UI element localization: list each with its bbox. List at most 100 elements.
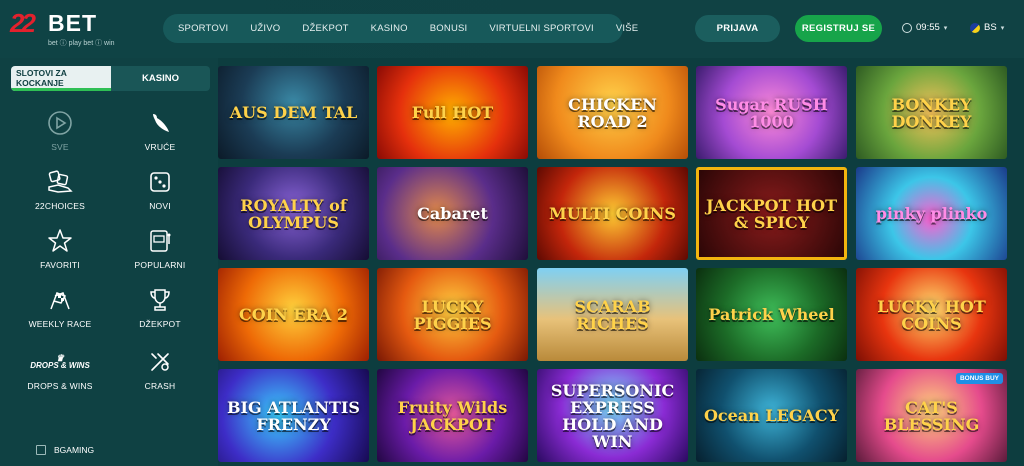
game-tile[interactable]: CHICKEN ROAD 2 (537, 66, 688, 159)
game-title: MULTI COINS (549, 204, 676, 223)
game-tile[interactable]: COIN ERA 2 (218, 268, 369, 361)
category-label: DROPS & WINS (27, 381, 93, 391)
nav-kasino[interactable]: KASINO (360, 23, 419, 34)
game-tile[interactable]: BONKEY DONKEY (856, 66, 1007, 159)
language-code: BS (984, 22, 997, 33)
play-icon (15, 108, 105, 138)
star-icon (15, 226, 105, 256)
crash-icon (115, 347, 205, 377)
category-crash[interactable]: CRASH (115, 347, 205, 391)
game-tile[interactable]: BONUS BUY CAT'S BLESSING (856, 369, 1007, 462)
drops-wins-icon: ♛ DROPS & WINS (15, 347, 105, 377)
game-tile[interactable]: Ocean LEGACY (696, 369, 847, 462)
game-title: Ocean LEGACY (703, 406, 840, 425)
logo-tagline: bet ⓘ play bet ⓘ win (48, 40, 115, 47)
game-tile[interactable]: SUPERSONIC EXPRESS HOLD AND WIN (537, 369, 688, 462)
game-tile[interactable]: LUCKY HOT COINS (856, 268, 1007, 361)
provider-filter-bgaming[interactable]: BGAMING (36, 445, 94, 455)
game-title: CAT'S BLESSING (883, 397, 980, 434)
game-tile[interactable]: Full HOT (377, 66, 528, 159)
nav-dzekpot[interactable]: DŽEKPOT (291, 23, 359, 34)
nav-bonusi[interactable]: BONUSI (419, 23, 479, 34)
category-label: DŽEKPOT (139, 319, 181, 329)
trophy-icon (115, 285, 205, 315)
category-tabs: SLOTOVI ZA KOCKANJE KASINO (11, 66, 210, 91)
clock-time: 09:55 (916, 22, 940, 33)
category-sve[interactable]: SVE (15, 108, 105, 152)
game-tile[interactable]: MULTI COINS (537, 167, 688, 260)
game-tile[interactable]: AUS DEM TAL (218, 66, 369, 159)
category-label: CRASH (144, 381, 176, 391)
category-label: VRUĆE (144, 142, 176, 152)
game-title: JACKPOT HOT & SPICY (705, 195, 838, 232)
language-selector[interactable]: BS ▾ (970, 22, 1004, 33)
logo-mark: 22 (10, 8, 36, 38)
category-vruce[interactable]: VRUĆE (115, 108, 205, 152)
game-tile[interactable]: Sugar RUSH 1000 (696, 66, 847, 159)
game-tile[interactable]: Cabaret (377, 167, 528, 260)
register-button[interactable]: REGISTRUJ SE (795, 15, 882, 42)
nav-virtuelni-sportovi[interactable]: VIRTUELNI SPORTOVI (478, 23, 604, 34)
game-tile[interactable]: JACKPOT HOT & SPICY (696, 167, 847, 260)
bonus-buy-badge: BONUS BUY (955, 373, 1003, 384)
game-tile[interactable]: BIG ATLANTIS FRENZY (218, 369, 369, 462)
game-tile[interactable]: LUCKY PIGGIES (377, 268, 528, 361)
race-flags-icon (15, 285, 105, 315)
game-title: LUCKY PIGGIES (413, 296, 492, 333)
game-title: Cabaret (417, 204, 488, 223)
category-label: POPULARNI (134, 260, 186, 270)
clock-icon (902, 22, 912, 33)
game-tile[interactable]: ROYALTY of OLYMPUS (218, 167, 369, 260)
game-title: LUCKY HOT COINS (877, 296, 986, 333)
nav-vise[interactable]: VIŠE (605, 23, 649, 34)
category-novi[interactable]: NOVI (115, 167, 205, 211)
game-title: AUS DEM TAL (229, 103, 358, 122)
category-label: FAVORITI (40, 260, 80, 270)
game-title: COIN ERA 2 (239, 305, 348, 324)
login-button[interactable]: PRIJAVA (695, 15, 780, 42)
category-weekly-race[interactable]: WEEKLY RACE (15, 285, 105, 329)
category-22choices[interactable]: 22CHOICES (15, 167, 105, 211)
bgaming-label: BGAMING (54, 445, 95, 455)
dice-icon (115, 167, 205, 197)
slot-icon (115, 226, 205, 256)
top-header: 22 BET bet ⓘ play bet ⓘ win SPORTOVI UŽI… (0, 0, 1024, 58)
game-tile[interactable]: Fruity Wilds JACKPOT (377, 369, 528, 462)
category-label: WEEKLY RACE (28, 319, 92, 329)
category-popularni[interactable]: POPULARNI (115, 226, 205, 270)
tab-kasino[interactable]: KASINO (111, 66, 210, 91)
chevron-down-icon[interactable]: ▾ (944, 24, 948, 32)
clock: 09:55 ▾ (902, 22, 947, 33)
game-title: Fruity Wilds JACKPOT (397, 397, 508, 434)
sidebar: SLOTOVI ZA KOCKANJE KASINO SVE VRUĆE 22C… (0, 58, 218, 466)
game-title: CHICKEN ROAD 2 (568, 94, 657, 131)
game-title: ROYALTY of OLYMPUS (240, 195, 347, 232)
game-title: Sugar RUSH 1000 (715, 94, 828, 131)
chevron-down-icon: ▾ (1000, 24, 1005, 32)
chili-icon (115, 108, 205, 138)
main-nav: SPORTOVI UŽIVO DŽEKPOT KASINO BONUSI VIR… (163, 14, 638, 43)
category-label: 22CHOICES (35, 201, 85, 211)
drops-wins-logo-text: DROPS & WINS (30, 361, 90, 370)
nav-uzivo[interactable]: UŽIVO (239, 23, 291, 34)
tab-slotovi[interactable]: SLOTOVI ZA KOCKANJE (11, 66, 111, 91)
game-tile[interactable]: SCARAB RICHES (537, 268, 688, 361)
game-tile[interactable]: Patrick Wheel (696, 268, 847, 361)
game-title: SUPERSONIC EXPRESS HOLD AND WIN (550, 380, 675, 451)
flag-icon (970, 22, 980, 33)
game-title: pinky plinko (875, 204, 988, 223)
game-title: Full HOT (411, 103, 494, 122)
category-dzekpot[interactable]: DŽEKPOT (115, 285, 205, 329)
game-title: BIG ATLANTIS FRENZY (227, 397, 360, 434)
game-tile[interactable]: pinky plinko (856, 167, 1007, 260)
dice-hand-icon (15, 167, 105, 197)
logo-word: BET (48, 10, 97, 36)
game-title: SCARAB RICHES (574, 296, 651, 333)
site-logo[interactable]: 22 BET bet ⓘ play bet ⓘ win (10, 8, 130, 48)
category-label: SVE (51, 142, 69, 152)
category-favoriti[interactable]: FAVORITI (15, 226, 105, 270)
nav-sportovi[interactable]: SPORTOVI (167, 23, 239, 34)
category-drops-wins[interactable]: ♛ DROPS & WINS DROPS & WINS (15, 347, 105, 392)
bgaming-checkbox[interactable] (36, 445, 46, 455)
category-label: NOVI (149, 201, 171, 211)
